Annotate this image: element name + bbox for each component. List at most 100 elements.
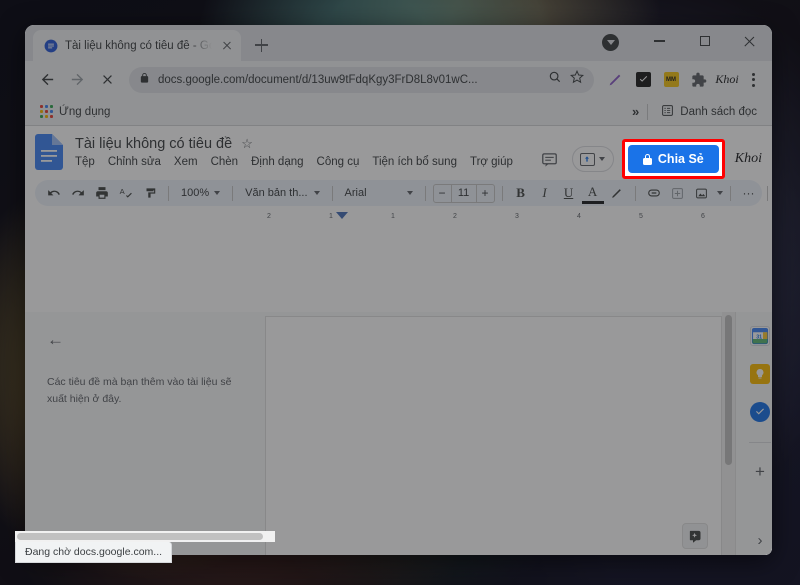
- docs-menubar: Tệp Chỉnh sửa Xem Chèn Định dạng Công cụ…: [75, 156, 536, 168]
- docs-body: ← Các tiêu đề mà bạn thêm vào tài liệu s…: [25, 312, 772, 555]
- google-calendar-icon[interactable]: 31: [750, 326, 770, 346]
- paragraph-style-selector[interactable]: Văn bản th...: [240, 187, 324, 199]
- ruler-tick: 4: [577, 213, 582, 220]
- forward-icon[interactable]: [63, 66, 91, 94]
- document-title[interactable]: Tài liệu không có tiêu đề: [75, 136, 232, 152]
- horizontal-scrollbar[interactable]: [15, 531, 275, 542]
- avatar[interactable]: Khoi: [733, 151, 762, 167]
- menu-item-addons[interactable]: Tiện ích bổ sung: [372, 156, 457, 168]
- mm-extension-icon[interactable]: MM: [658, 67, 684, 93]
- font-family-selector[interactable]: Arial: [340, 187, 418, 199]
- undo-icon[interactable]: [43, 182, 65, 204]
- join-meeting-button[interactable]: [572, 146, 614, 172]
- outline-collapse-icon[interactable]: ←: [47, 330, 247, 350]
- comment-history-icon[interactable]: [536, 145, 564, 173]
- bookmark-apps-label: Ứng dụng: [59, 106, 110, 118]
- redo-icon[interactable]: [67, 182, 89, 204]
- stop-loading-icon[interactable]: [93, 66, 121, 94]
- font-size-value[interactable]: 11: [451, 185, 477, 202]
- star-document-icon[interactable]: ☆: [241, 136, 253, 152]
- browser-menu-icon[interactable]: [742, 67, 764, 93]
- document-ruler[interactable]: 2 1 1 2 3 4 5 6: [25, 209, 772, 224]
- status-text: Đang chờ docs.google.com...: [25, 546, 162, 558]
- google-docs-logo[interactable]: [35, 134, 67, 174]
- font-size-decrease[interactable]: −: [434, 186, 451, 200]
- chevron-down-icon[interactable]: [717, 191, 723, 195]
- menu-item-edit[interactable]: Chỉnh sửa: [108, 156, 161, 168]
- search-icon[interactable]: [548, 70, 562, 89]
- google-tasks-icon[interactable]: [750, 402, 770, 422]
- indent-marker[interactable]: [336, 212, 348, 219]
- menu-item-file[interactable]: Tệp: [75, 156, 95, 168]
- divider: [232, 186, 233, 201]
- address-bar[interactable]: docs.google.com/document/d/13uw9tFdqKgy3…: [129, 67, 594, 93]
- bold-button[interactable]: B: [510, 182, 532, 204]
- paint-format-icon[interactable]: [139, 182, 161, 204]
- svg-text:A: A: [120, 187, 126, 196]
- docs-header: Tài liệu không có tiêu đề ☆ Tệp Chỉnh sử…: [25, 126, 772, 180]
- divider: [168, 186, 169, 201]
- underline-button[interactable]: U: [558, 182, 580, 204]
- browser-tab-active[interactable]: Tài liệu không có tiêu đề - Googl: [33, 30, 241, 61]
- chevron-down-icon: [407, 191, 413, 195]
- add-addon-icon[interactable]: +: [755, 463, 765, 480]
- expand-side-panel-icon[interactable]: ›: [758, 532, 763, 549]
- google-keep-icon[interactable]: [750, 364, 770, 384]
- scrollbar-thumb[interactable]: [17, 533, 263, 540]
- download-indicator-icon[interactable]: [602, 34, 619, 51]
- font-size-stepper[interactable]: − 11 +: [433, 184, 495, 203]
- address-bar-url: docs.google.com/document/d/13uw9tFdqKgy3…: [158, 74, 540, 86]
- divider: [730, 186, 731, 201]
- zoom-selector[interactable]: 100%: [176, 187, 225, 199]
- back-icon[interactable]: [33, 66, 61, 94]
- document-page[interactable]: [265, 316, 722, 555]
- close-window-button[interactable]: [727, 25, 772, 57]
- star-icon[interactable]: [570, 70, 584, 89]
- italic-button[interactable]: I: [534, 182, 556, 204]
- share-button[interactable]: Chia Sẻ: [628, 145, 719, 173]
- pen-extension-icon[interactable]: [602, 67, 628, 93]
- menu-item-view[interactable]: Xem: [174, 156, 198, 168]
- new-tab-button[interactable]: [247, 31, 275, 59]
- menu-item-insert[interactable]: Chèn: [211, 156, 239, 168]
- profile-signature-icon[interactable]: Khoi: [714, 67, 740, 93]
- site-lock-icon: [139, 71, 150, 89]
- checkmark-extension-icon[interactable]: [630, 67, 656, 93]
- google-docs-app: Tài liệu không có tiêu đề ☆ Tệp Chỉnh sử…: [25, 126, 772, 555]
- ruler-tick: 1: [329, 213, 334, 220]
- ruler-tick: 5: [639, 213, 644, 220]
- reading-list-label: Danh sách đọc: [680, 106, 757, 118]
- puzzle-extension-icon[interactable]: [686, 67, 712, 93]
- apps-grid-icon: [40, 105, 53, 118]
- insert-image-icon[interactable]: [691, 182, 713, 204]
- bookmark-apps[interactable]: Ứng dụng: [35, 102, 115, 121]
- tab-title: Tài liệu không có tiêu đề - Googl: [65, 40, 212, 52]
- menu-item-format[interactable]: Định dạng: [251, 156, 303, 168]
- text-color-button[interactable]: A: [582, 182, 604, 204]
- ruler-tick: 6: [701, 213, 706, 220]
- tab-close-icon[interactable]: [219, 38, 235, 54]
- meet-camera-icon: [580, 153, 595, 166]
- lock-icon: [643, 154, 652, 165]
- highlight-pen-icon[interactable]: [606, 182, 628, 204]
- docs-side-panel: 31 + ›: [735, 312, 772, 555]
- more-options-icon[interactable]: ···: [738, 182, 760, 204]
- menu-item-tools[interactable]: Công cụ: [317, 156, 360, 168]
- vertical-scrollbar[interactable]: [722, 312, 735, 555]
- insert-link-icon[interactable]: [643, 182, 665, 204]
- bookmarks-overflow-icon[interactable]: »: [632, 104, 639, 119]
- font-size-increase[interactable]: +: [477, 186, 494, 200]
- reading-list-button[interactable]: Danh sách đọc: [656, 101, 762, 123]
- menu-item-help[interactable]: Trợ giúp: [470, 156, 513, 168]
- maximize-button[interactable]: [682, 25, 727, 57]
- scrollbar-thumb[interactable]: [725, 315, 732, 465]
- paragraph-style-value: Văn bản th...: [245, 187, 307, 199]
- explore-icon[interactable]: [682, 523, 708, 549]
- chevron-down-icon: [314, 191, 320, 195]
- minimize-button[interactable]: [637, 25, 682, 57]
- add-comment-icon[interactable]: [667, 182, 689, 204]
- ruler-tick: 1: [391, 213, 396, 220]
- spellcheck-icon[interactable]: A: [115, 182, 137, 204]
- share-button-highlight: Chia Sẻ: [622, 139, 725, 179]
- print-icon[interactable]: [91, 182, 113, 204]
